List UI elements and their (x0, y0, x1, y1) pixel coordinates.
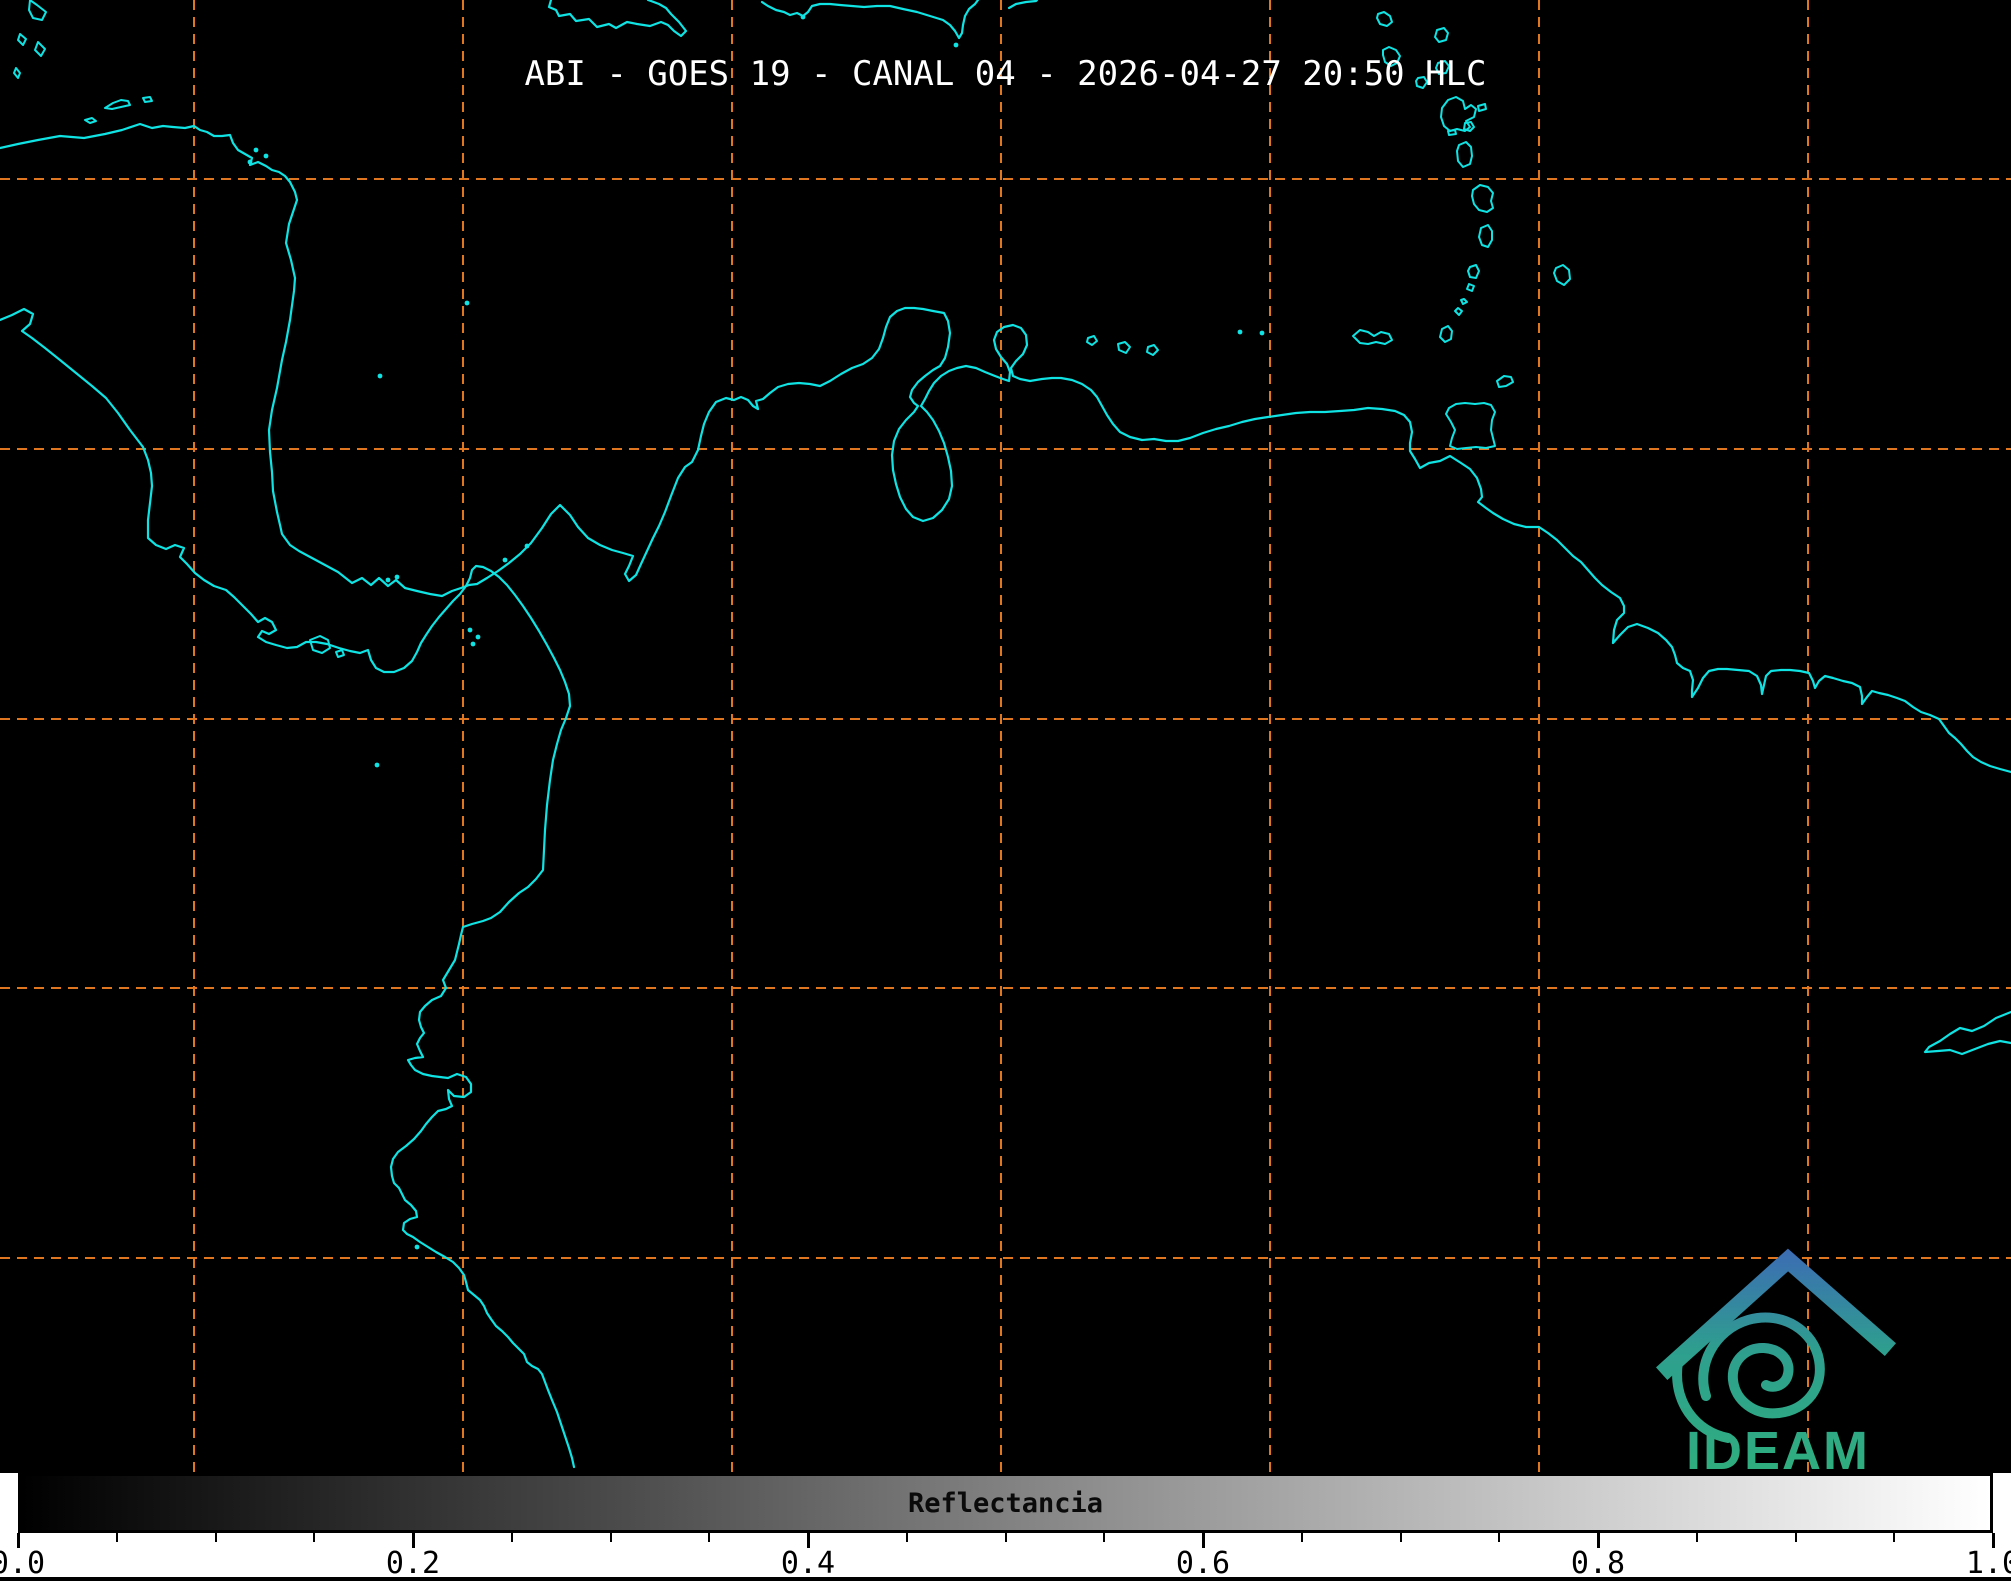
island-dot (264, 154, 269, 159)
island-dot (395, 575, 400, 580)
island-trinidad (1446, 403, 1495, 449)
island-dot (375, 763, 380, 768)
colorbar-minor-tick (116, 1533, 118, 1542)
latlon-grid (0, 0, 2011, 1473)
island-dot (476, 635, 481, 640)
ideam-logo-spiral (1703, 1318, 1820, 1414)
island-bonaire (1147, 345, 1158, 355)
colorbar-minor-tick (610, 1533, 612, 1542)
island-dot (1238, 330, 1243, 335)
satellite-map-canvas: IDEAM (0, 0, 2011, 1473)
colorbar-minor-tick (1103, 1533, 1105, 1542)
island-dot (801, 15, 806, 20)
colorbar-panel: Reflectancia 0.00.20.40.60.81.0 (0, 1473, 2011, 1577)
colorbar-minor-tick (1301, 1533, 1303, 1542)
island-grenadine-3 (1455, 308, 1462, 315)
island-nw-corner-fragment-b (18, 34, 26, 45)
island-st-lucia (1479, 225, 1492, 247)
coastline-guyana-coast-fragment (1925, 1012, 2011, 1054)
island-martinique (1472, 185, 1493, 212)
colorbar-tick-label: 1.0 (1953, 1546, 2011, 1581)
island-tobago (1497, 376, 1513, 387)
colorbar-gradient: Reflectancia (18, 1473, 1993, 1533)
coastline-pacific-coast (0, 309, 574, 1467)
island-desirade (1478, 104, 1486, 111)
coastline-hispaniola-east-fragment (1009, 0, 1037, 8)
island-guadeloupe (1441, 97, 1476, 131)
colorbar-tick-label: 0.0 (0, 1546, 58, 1581)
colorbar-label: Reflectancia (908, 1488, 1103, 1519)
island-antigua (1435, 28, 1448, 42)
colorbar-minor-tick (313, 1533, 315, 1542)
colorbar-minor-tick (215, 1533, 217, 1542)
ideam-logo: IDEAM (1668, 1260, 1884, 1473)
island-grenadine-2 (1461, 299, 1467, 304)
colorbar-minor-tick (1005, 1533, 1007, 1542)
colorbar-tick-label: 0.8 (1558, 1546, 1638, 1581)
island-dot (254, 148, 259, 153)
island-les-saintes (1448, 130, 1456, 135)
island-dot (954, 43, 959, 48)
coastline-hispaniola-south-coast (762, 0, 978, 38)
island-corner-antilles-fragment (1377, 12, 1392, 26)
island-grenadine-1 (1467, 284, 1474, 291)
colorbar-minor-tick (511, 1533, 513, 1542)
coastlines (0, 0, 2011, 1467)
colorbar-tick-label: 0.2 (373, 1546, 453, 1581)
coastline-jamaica-south-coast (549, 0, 686, 36)
island-utila (85, 118, 96, 123)
island-aruba (1087, 336, 1097, 345)
island-dot (525, 544, 530, 549)
ideam-logo-text: IDEAM (1686, 1421, 1870, 1473)
island-dot (471, 642, 476, 647)
island-dot (378, 374, 383, 379)
island-cebaco (336, 650, 344, 657)
colorbar-minor-tick (1400, 1533, 1402, 1542)
island-dominica (1457, 142, 1472, 167)
island-dot (468, 628, 473, 633)
island-dot (465, 301, 470, 306)
colorbar-minor-tick (1498, 1533, 1500, 1542)
island-nw-corner-fragment-a (29, 0, 46, 20)
island-curacao (1118, 342, 1130, 353)
colorbar-tick-label: 0.6 (1163, 1546, 1243, 1581)
island-dot (248, 160, 253, 165)
island-grenada (1440, 326, 1452, 342)
island-dot (503, 558, 508, 563)
colorbar-minor-tick (1696, 1533, 1698, 1542)
island-margarita (1353, 330, 1392, 344)
satellite-image-viewer: { "title": "ABI - GOES 19 - CANAL 04 - 2… (0, 0, 2011, 1577)
island-guanaja (143, 97, 152, 102)
image-title: ABI - GOES 19 - CANAL 04 - 2026-04-27 20… (0, 54, 2011, 94)
colorbar-minor-tick (906, 1533, 908, 1542)
colorbar-tick-label: 0.4 (768, 1546, 848, 1581)
colorbar-minor-tick (1893, 1533, 1895, 1542)
satellite-map: IDEAM ABI - GOES 19 - CANAL 04 - 2026-04… (0, 0, 2011, 1473)
island-dot (415, 1245, 420, 1250)
island-dot (1260, 331, 1265, 336)
island-dot (386, 578, 391, 583)
colorbar-minor-tick (708, 1533, 710, 1542)
island-st-vincent (1468, 265, 1479, 278)
island-barbados (1554, 265, 1570, 285)
island-roatan (105, 100, 130, 109)
colorbar-minor-tick (1795, 1533, 1797, 1542)
